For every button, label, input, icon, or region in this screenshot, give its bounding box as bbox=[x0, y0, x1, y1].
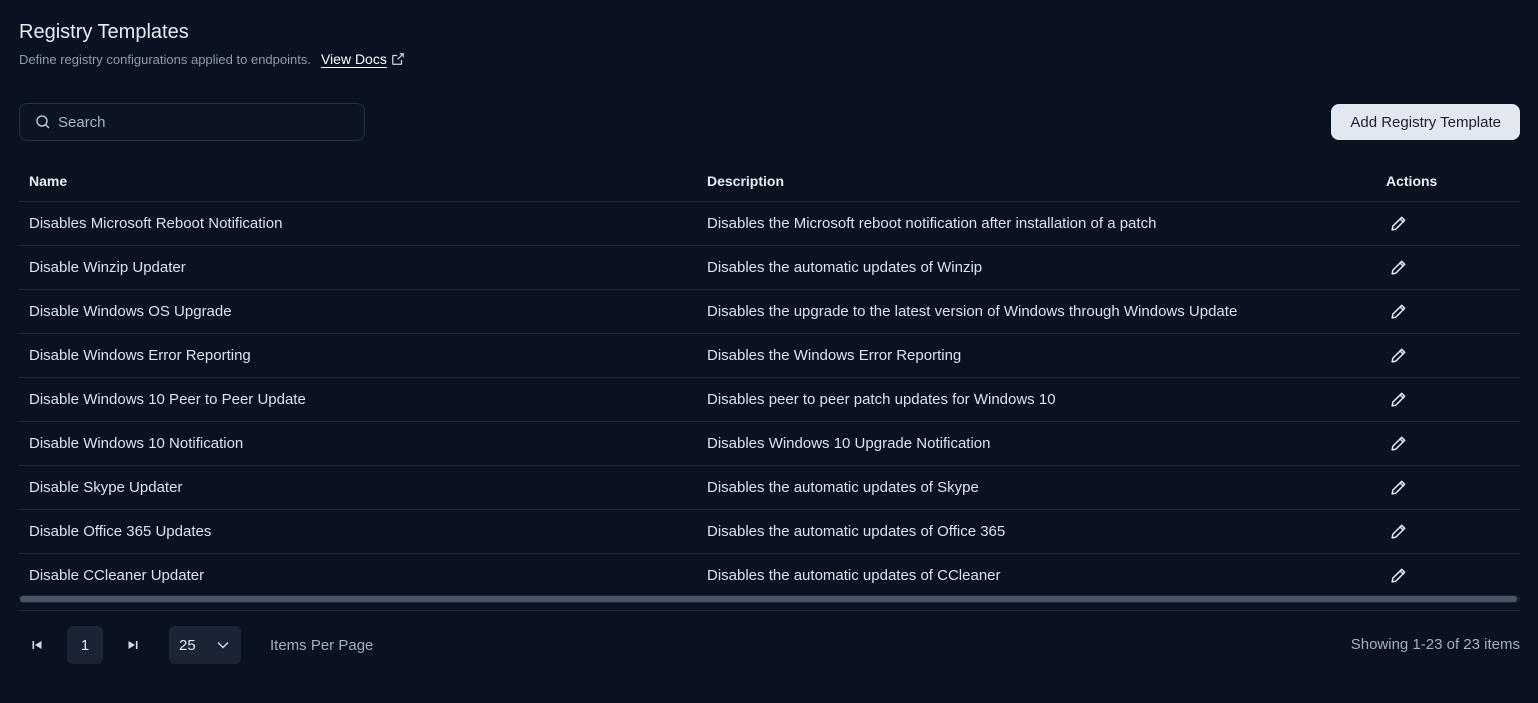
view-docs-label: View Docs bbox=[320, 51, 387, 67]
pencil-edit-icon bbox=[1390, 524, 1405, 539]
table-row[interactable]: Disable Skype Updater Disables the automa… bbox=[19, 466, 1520, 510]
cell-name: Disable Windows 10 Peer to Peer Update bbox=[29, 391, 306, 408]
pencil-edit-icon bbox=[1390, 260, 1405, 275]
edit-button[interactable] bbox=[1383, 297, 1413, 327]
column-header-name[interactable]: Name bbox=[19, 173, 697, 189]
edit-button[interactable] bbox=[1383, 429, 1413, 459]
edit-button[interactable] bbox=[1383, 385, 1413, 415]
last-page-button[interactable] bbox=[115, 626, 151, 664]
pencil-edit-icon bbox=[1390, 392, 1405, 407]
cell-actions bbox=[1376, 561, 1520, 591]
search-box[interactable] bbox=[19, 103, 365, 141]
horizontal-scrollbar[interactable] bbox=[19, 595, 1520, 603]
cell-description: Disables the automatic updates of Office… bbox=[707, 523, 1006, 540]
cell-name: Disable Windows 10 Notification bbox=[29, 435, 244, 452]
column-header-actions: Actions bbox=[1386, 172, 1438, 189]
cell-name: Disable CCleaner Updater bbox=[29, 567, 205, 584]
table-row[interactable]: Disable Winzip Updater Disables the autom… bbox=[19, 246, 1520, 290]
cell-actions bbox=[1376, 517, 1520, 547]
cell-description: Disables Windows 10 Upgrade Notification bbox=[707, 435, 991, 452]
showing-items-count: Showing 1-23 of 23 items bbox=[1350, 636, 1520, 653]
table-header: Name Description Actions bbox=[19, 160, 1520, 202]
table-row[interactable]: Disables Microsoft Reboot Notification Di… bbox=[19, 202, 1520, 246]
cell-description: Disables the upgrade to the latest versi… bbox=[707, 303, 1238, 320]
edit-button[interactable] bbox=[1383, 473, 1413, 503]
table-row[interactable]: Disable Windows 10 Peer to Peer Update Di… bbox=[19, 378, 1520, 422]
cell-actions bbox=[1376, 473, 1520, 503]
page-title: Registry Templates bbox=[19, 21, 189, 43]
page-subtitle-row: Define registry configurations applied t… bbox=[19, 51, 405, 67]
add-registry-template-button[interactable]: Add Registry Template bbox=[1331, 104, 1520, 140]
scrollbar-thumb[interactable] bbox=[20, 596, 1517, 602]
items-per-page-select[interactable]: 25 bbox=[169, 626, 241, 664]
pencil-edit-icon bbox=[1390, 480, 1405, 495]
table-row[interactable]: Disable Windows Error Reporting Disables … bbox=[19, 334, 1520, 378]
pagination: 1 25 Items Per Page bbox=[19, 626, 373, 664]
items-per-page-label: Items Per Page bbox=[270, 636, 374, 654]
pencil-edit-icon bbox=[1390, 568, 1405, 583]
table-row[interactable]: Disable Windows OS Upgrade Disables the u… bbox=[19, 290, 1520, 334]
pencil-edit-icon bbox=[1390, 216, 1405, 231]
cell-actions bbox=[1376, 297, 1520, 327]
edit-button[interactable] bbox=[1383, 517, 1413, 547]
chevron-down-icon bbox=[217, 641, 229, 649]
cell-description: Disables the Microsoft reboot notificati… bbox=[707, 215, 1157, 232]
search-icon bbox=[36, 115, 50, 129]
first-page-button[interactable] bbox=[19, 626, 55, 664]
cell-actions bbox=[1376, 429, 1520, 459]
items-per-page-value: 25 bbox=[179, 636, 196, 654]
cell-description: Disables the Windows Error Reporting bbox=[707, 347, 962, 364]
footer-divider bbox=[19, 610, 1520, 611]
pencil-edit-icon bbox=[1390, 348, 1405, 363]
table-row[interactable]: Disable Office 365 Updates Disables the a… bbox=[19, 510, 1520, 554]
external-link-icon bbox=[391, 53, 404, 65]
page-subtitle: Define registry configurations applied t… bbox=[19, 51, 311, 67]
cell-description: Disables the automatic updates of CClean… bbox=[707, 567, 1001, 584]
pencil-edit-icon bbox=[1390, 436, 1405, 451]
cell-name: Disable Office 365 Updates bbox=[29, 523, 212, 540]
table-row[interactable]: Disable Windows 10 Notification Disables … bbox=[19, 422, 1520, 466]
view-docs-link[interactable]: View Docs bbox=[321, 51, 405, 67]
cell-description: Disables the automatic updates of Skype bbox=[707, 479, 979, 496]
last-page-icon bbox=[128, 641, 138, 649]
cell-name: Disable Skype Updater bbox=[29, 479, 183, 496]
pencil-edit-icon bbox=[1390, 304, 1405, 319]
cell-name: Disables Microsoft Reboot Notification bbox=[29, 215, 283, 232]
cell-actions bbox=[1376, 341, 1520, 371]
first-page-icon bbox=[32, 641, 42, 649]
registry-templates-table: Name Description Actions Disables Micros… bbox=[19, 160, 1520, 598]
table-row[interactable]: Disable CCleaner Updater Disables the aut… bbox=[19, 554, 1520, 598]
cell-description: Disables the automatic updates of Winzip bbox=[707, 259, 983, 276]
edit-button[interactable] bbox=[1383, 209, 1413, 239]
edit-button[interactable] bbox=[1383, 341, 1413, 371]
registry-templates-page: Registry Templates Define registry confi… bbox=[0, 0, 1538, 703]
cell-actions bbox=[1376, 253, 1520, 283]
cell-name: Disable Windows OS Upgrade bbox=[29, 303, 232, 320]
page-number-button[interactable]: 1 bbox=[67, 626, 103, 664]
cell-actions bbox=[1376, 385, 1520, 415]
edit-button[interactable] bbox=[1383, 253, 1413, 283]
edit-button[interactable] bbox=[1383, 561, 1413, 591]
cell-name: Disable Winzip Updater bbox=[29, 259, 186, 276]
search-input[interactable] bbox=[58, 113, 338, 131]
cell-actions bbox=[1376, 209, 1520, 239]
column-header-description[interactable]: Description bbox=[697, 173, 1376, 189]
cell-description: Disables peer to peer patch updates for … bbox=[707, 391, 1056, 408]
cell-name: Disable Windows Error Reporting bbox=[29, 347, 251, 364]
table-body: Disables Microsoft Reboot Notification Di… bbox=[19, 202, 1520, 598]
